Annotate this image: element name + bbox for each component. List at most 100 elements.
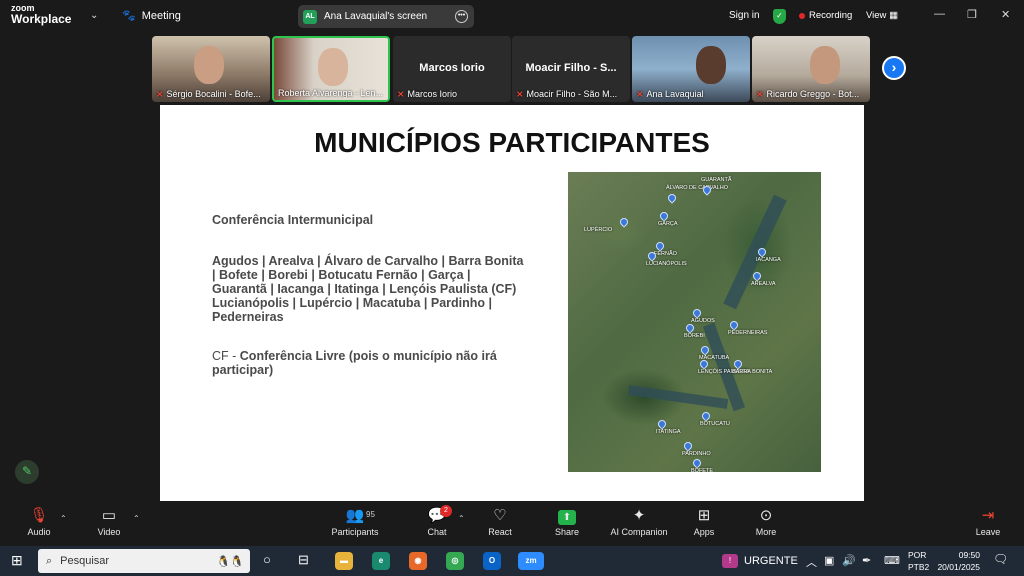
audio-options-caret[interactable]: ⌃ — [60, 514, 67, 523]
map-label: LUPÉRCIO — [584, 227, 613, 233]
language-indicator[interactable]: POR PTB2 — [908, 549, 929, 573]
participant-tile[interactable]: ⨯ Sérgio Bocalini - Bofe... — [152, 36, 270, 102]
annotate-pen-button[interactable]: ✎ — [15, 460, 39, 484]
speaker-icon[interactable]: 🔊 — [842, 554, 856, 567]
apps-icon: ⊞ — [697, 507, 711, 524]
sign-in-link[interactable]: Sign in — [729, 10, 760, 21]
screen-share-label: Ana Lavaquial's screen — [324, 11, 428, 22]
participant-tile[interactable]: ⨯ Ricardo Greggo - Bot... — [752, 36, 870, 102]
map-pin-icon — [656, 418, 668, 430]
react-button[interactable]: ♡ React — [486, 507, 514, 537]
minimize-icon[interactable]: — — [934, 8, 945, 20]
view-button[interactable]: View ▦ — [866, 10, 898, 21]
more-button[interactable]: ⊙ More — [752, 507, 780, 537]
shield-icon[interactable]: ✓ — [773, 9, 786, 24]
title-bar: zoom Workplace ⌄ 🐾 Meeting AL Ana Lavaqu… — [0, 0, 1024, 33]
pencil-icon: ✎ — [21, 464, 33, 478]
clock[interactable]: 09:50 20/01/2025 — [936, 549, 980, 573]
cities-list: Agudos | Arealva | Álvaro de Carvalho | … — [212, 254, 524, 324]
mic-muted-icon: ⨯ — [756, 89, 764, 99]
chat-options-caret[interactable]: ⌃ — [458, 514, 465, 523]
leave-button[interactable]: ⇥ Leave — [974, 507, 1002, 537]
map-label: IACANGA — [756, 257, 781, 263]
meeting-menu[interactable]: 🐾 Meeting — [122, 9, 181, 23]
zoom-taskbar-icon[interactable]: zm — [518, 552, 544, 570]
cf-note: CF - Conferência Livre (pois o município… — [212, 349, 497, 377]
video-button[interactable]: ▭ Video — [96, 507, 122, 537]
keyboard-icon[interactable]: ⌨ — [884, 554, 900, 567]
map-pin-icon — [691, 307, 703, 319]
map-pin-icon — [618, 216, 630, 228]
participant-tile[interactable]: Moacir Filho - S... ⨯ Moacir Filho - São … — [512, 36, 630, 102]
file-explorer-icon[interactable]: ▬ — [335, 552, 353, 570]
participant-display-name: Marcos Iorio — [419, 62, 485, 74]
map-pin-icon — [654, 240, 666, 252]
screen-share-indicator[interactable]: AL Ana Lavaquial's screen ••• — [298, 5, 474, 28]
avatar: AL — [303, 9, 317, 24]
widgets-icon[interactable]: ⊟ — [298, 552, 309, 568]
map-label: BOTUCATU — [700, 421, 730, 427]
map-pin-icon — [691, 457, 703, 469]
more-options-icon[interactable]: ••• — [455, 10, 468, 23]
map-label: BOREBI — [684, 333, 705, 339]
ai-companion-button[interactable]: ✦ AI Companion — [609, 507, 669, 537]
sparkle-icon: ✦ — [632, 507, 646, 524]
video-feed — [810, 46, 840, 84]
map-label: LUCIANÓPOLIS — [646, 261, 687, 267]
map-label: BARRA BONITA — [732, 369, 773, 375]
map-label: FERNÃO — [654, 251, 677, 257]
chevron-down-icon[interactable]: ⌄ — [90, 10, 98, 21]
mic-muted-icon: ⨯ — [156, 89, 164, 99]
participant-count: 95 — [366, 510, 375, 519]
participant-tile[interactable]: ⨯ Ana Lavaquial — [632, 36, 750, 102]
urgent-notification[interactable]: ! URGENTE — [722, 554, 798, 568]
map-label: AGUDOS — [691, 318, 715, 324]
close-icon[interactable]: ✕ — [1001, 8, 1010, 21]
map-label: PEDERNEIRAS — [728, 330, 768, 336]
penguins-icon: 🐧🐧 — [216, 555, 244, 568]
alert-icon: ! — [722, 554, 738, 568]
map-label: BOFETE — [691, 468, 714, 472]
map-pin-icon — [732, 358, 744, 370]
apps-button[interactable]: ⊞ Apps — [690, 507, 718, 537]
restore-icon[interactable]: ❐ — [967, 8, 977, 21]
participant-tile[interactable]: Marcos Iorio ⨯ Marcos Iorio — [393, 36, 511, 102]
share-button[interactable]: ⬆ Share — [553, 507, 581, 537]
taskbar-search[interactable]: ⌕ Pesquisar 🐧🐧 — [38, 549, 250, 573]
chevron-right-icon: › — [891, 59, 897, 75]
outlook-icon[interactable]: O — [483, 552, 501, 570]
map-pin-icon — [728, 319, 740, 331]
audio-button[interactable]: 🎙 Audio — [26, 507, 52, 537]
chrome-icon[interactable]: ◎ — [446, 552, 464, 570]
edge-icon[interactable]: e — [372, 552, 390, 570]
windows-start-icon[interactable]: ⊞ — [11, 552, 23, 569]
video-feed — [194, 46, 224, 84]
mic-muted-icon: ⨯ — [636, 89, 644, 99]
paw-icon: 🐾 — [122, 10, 136, 22]
next-page-button[interactable]: › — [882, 56, 906, 80]
map-pin-icon — [700, 410, 712, 422]
grid-icon: ▦ — [889, 10, 899, 21]
leave-door-icon: ⇥ — [981, 507, 995, 524]
video-options-caret[interactable]: ⌃ — [133, 514, 140, 523]
share-arrow-icon: ⬆ — [558, 510, 576, 525]
participant-display-name: Moacir Filho - S... — [525, 62, 617, 74]
chat-badge: 2 — [440, 505, 452, 517]
participant-strip: ⨯ Sérgio Bocalini - Bofe... Roberta Alvar… — [0, 34, 1024, 104]
zoom-logo: zoom Workplace — [11, 3, 72, 26]
task-view-icon[interactable]: ○ — [263, 552, 271, 567]
video-feed — [696, 46, 726, 84]
windows-taskbar: ⊞ ⌕ Pesquisar 🐧🐧 ○ ⊟ ▬ e ◉ ◎ O zm ! URGEN… — [0, 546, 1024, 576]
zoom-window: zoom Workplace ⌄ 🐾 Meeting AL Ana Lavaqu… — [0, 0, 1024, 576]
notification-icon[interactable]: 🗨 — [993, 552, 1008, 566]
slide-title: MUNICÍPIOS PARTICIPANTES — [314, 127, 710, 158]
mic-muted-icon: 🎙 — [29, 507, 49, 524]
participant-tile-active[interactable]: Roberta Alvarenga - Len... — [272, 36, 390, 102]
monitor-icon[interactable]: ▣ — [824, 554, 834, 567]
tray-chevron-icon[interactable]: ︿ — [806, 554, 817, 570]
mic-muted-icon: ⨯ — [397, 89, 405, 99]
firefox-icon[interactable]: ◉ — [409, 552, 427, 570]
map-pin-icon — [684, 322, 696, 334]
recording-indicator[interactable]: Recording — [799, 10, 852, 21]
pen-tray-icon[interactable]: ✒ — [862, 554, 871, 567]
